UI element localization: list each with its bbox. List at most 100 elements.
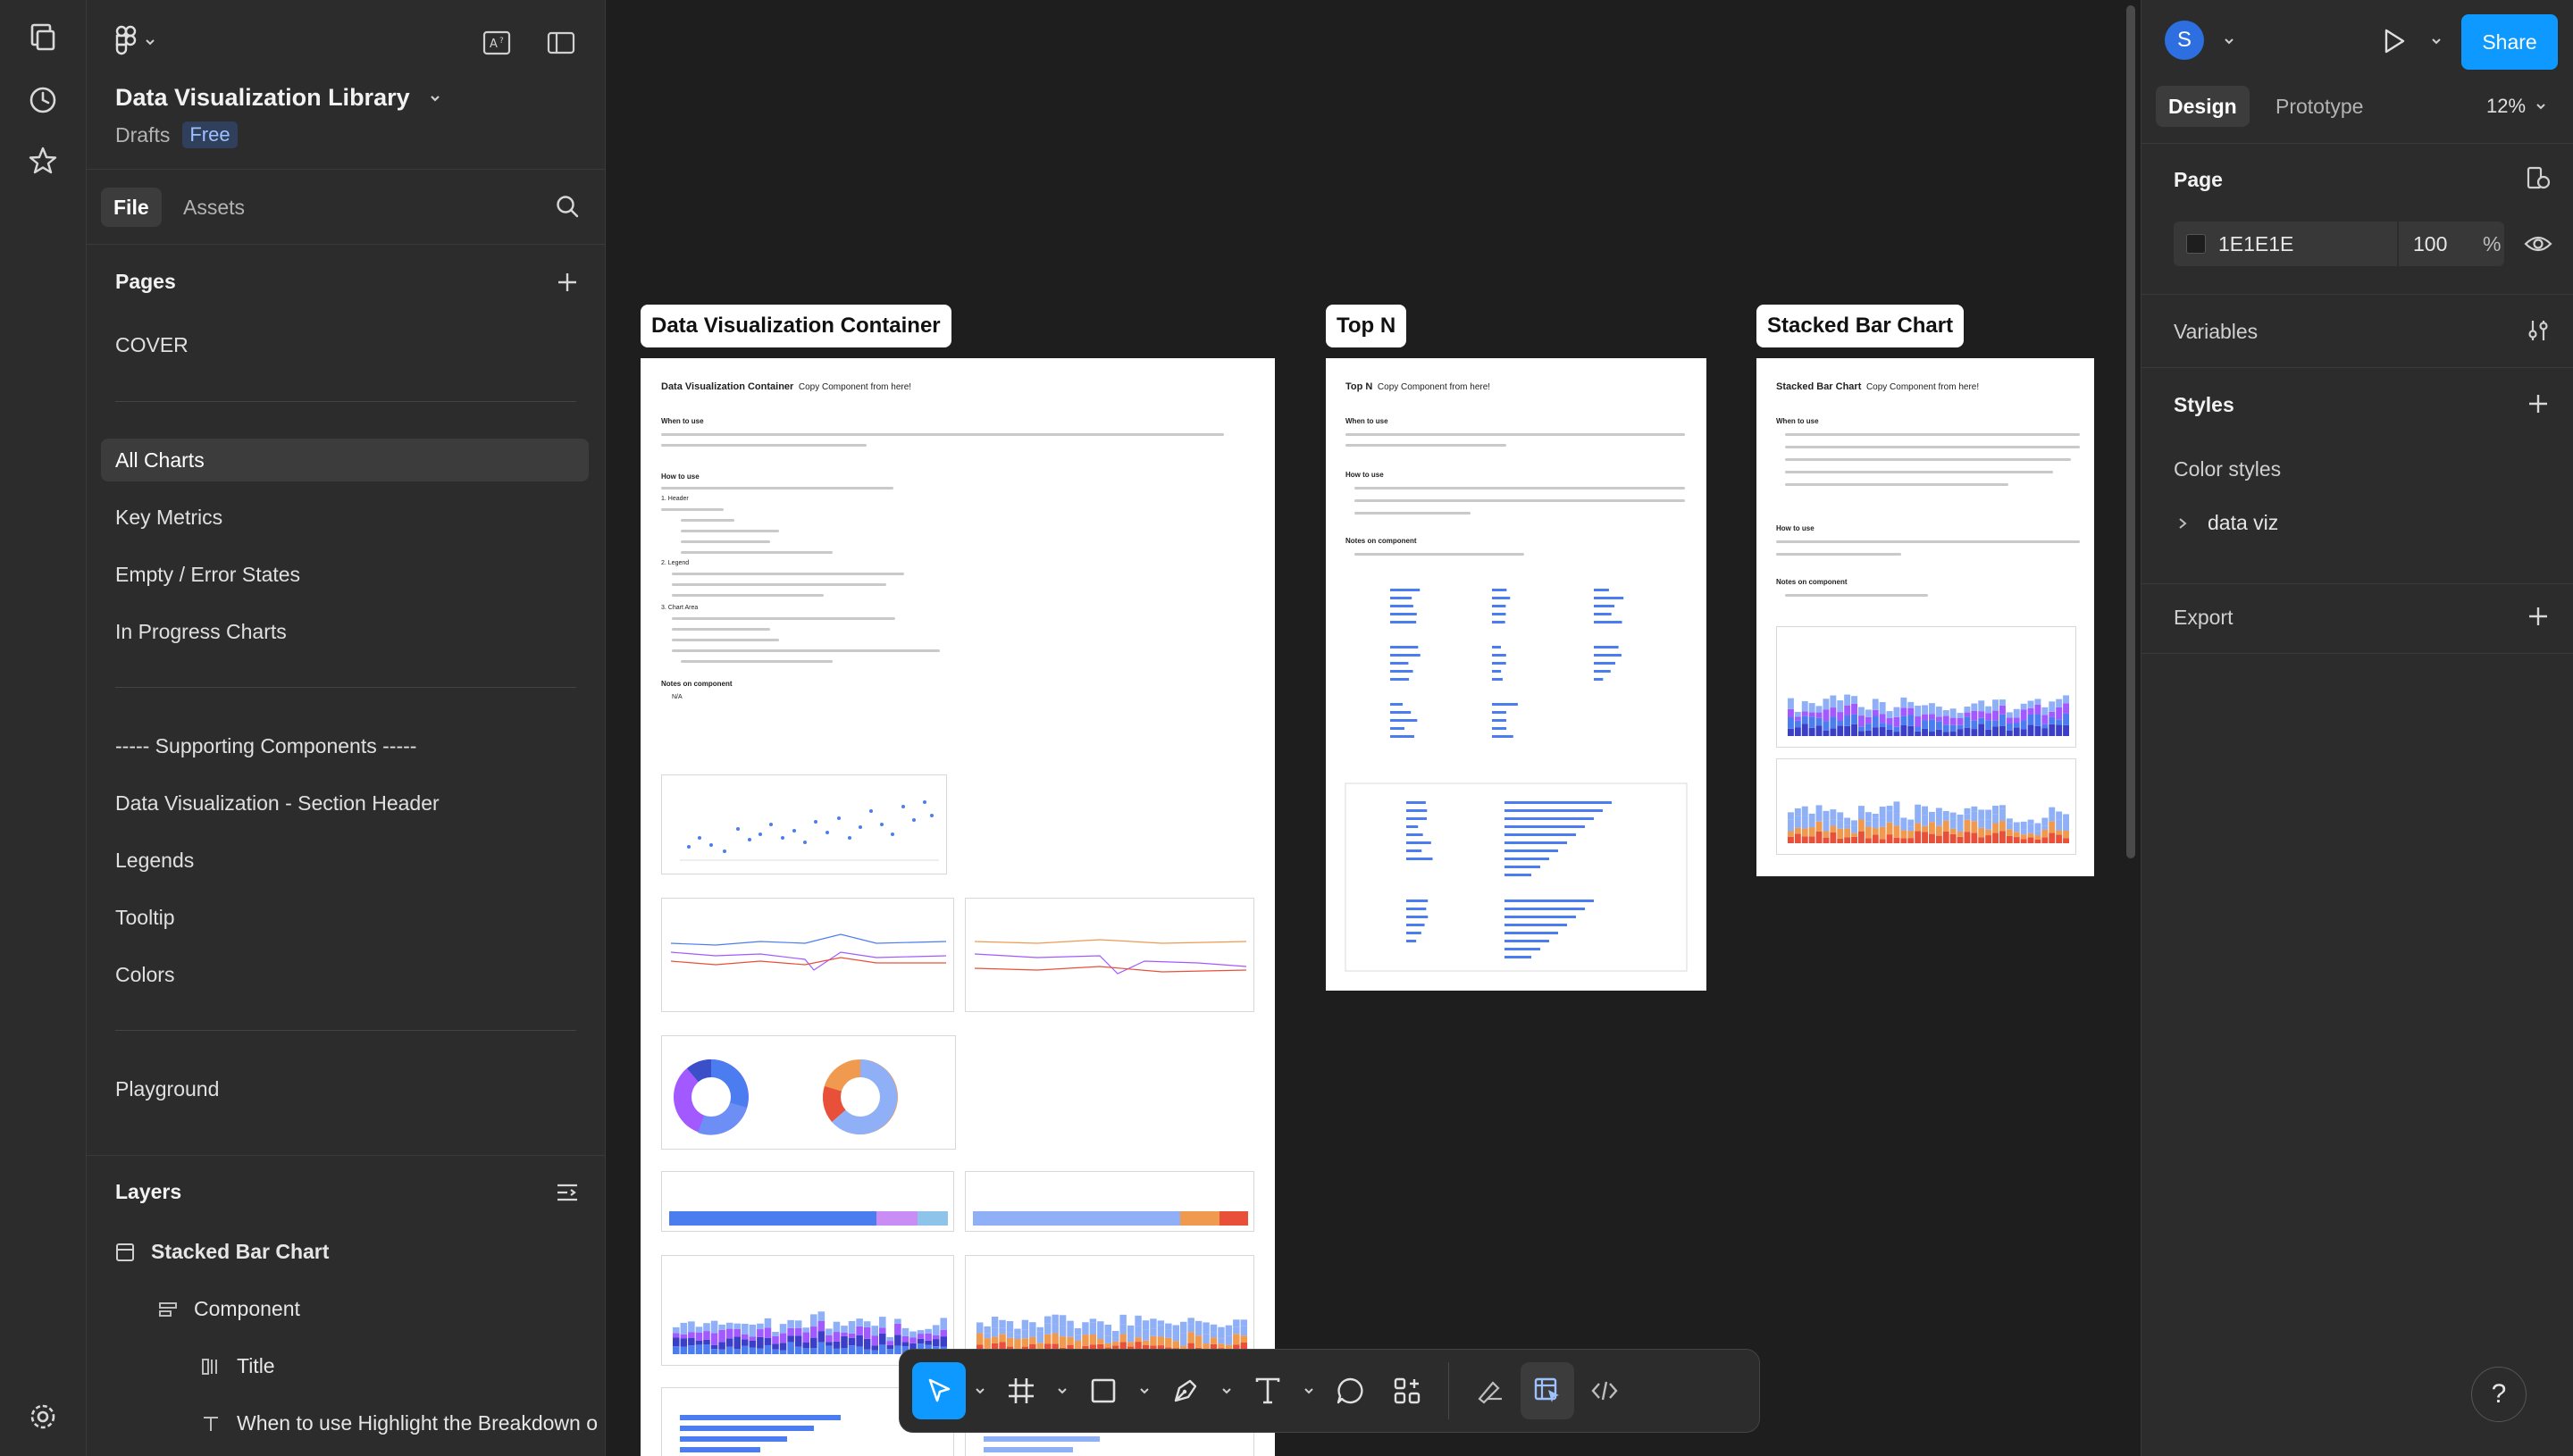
donut-chart-thumbnail[interactable] [661, 1035, 956, 1150]
collapse-layers-icon[interactable] [549, 1175, 585, 1210]
share-button[interactable]: Share [2461, 14, 2558, 70]
page-item-key-metrics[interactable]: Key Metrics [101, 496, 589, 539]
opacity-unit: % [2483, 232, 2502, 255]
stacked-segment [742, 1323, 749, 1335]
frame-label-data-visualization-container[interactable]: Data Visualization Container [641, 305, 951, 347]
page-background-field[interactable]: 1E1E1E 100 % [2174, 222, 2504, 266]
page-item-tooltip[interactable]: Tooltip [101, 896, 589, 939]
page-settings-icon[interactable] [2522, 163, 2554, 195]
stacked-bar-thumbnail[interactable] [965, 1171, 1254, 1232]
search-icon[interactable] [549, 188, 585, 224]
avatar-dropdown[interactable] [2213, 25, 2245, 57]
stacked-bar-thumbnail[interactable] [661, 1171, 954, 1232]
page-item-section-header[interactable]: Data Visualization - Section Header [101, 782, 589, 824]
stacked-segment [2063, 814, 2069, 819]
move-tool-dropdown[interactable] [969, 1362, 991, 1419]
visibility-eye-icon[interactable] [2522, 228, 2554, 260]
stacked-segment [2034, 835, 2041, 840]
color-swatch[interactable] [2186, 234, 2206, 254]
frame-label-stacked-bar-chart[interactable]: Stacked Bar Chart [1756, 305, 1965, 347]
frame-tool-button[interactable] [994, 1362, 1048, 1419]
line-chart-thumbnail[interactable] [965, 898, 1254, 1012]
doc-section: When to use [1345, 417, 1388, 425]
present-dropdown[interactable] [2420, 25, 2452, 57]
frame-top-n[interactable]: Top N Copy Component from here! When to … [1326, 358, 1706, 991]
stacked-segment [932, 1335, 940, 1340]
page-item-cover[interactable]: COVER [101, 323, 589, 366]
color-style-group-data-viz[interactable]: data viz [2177, 511, 2278, 535]
present-button[interactable] [2377, 25, 2410, 57]
page-background-hex[interactable]: 1E1E1E [2218, 232, 2293, 256]
layer-component[interactable]: Component [158, 1297, 300, 1321]
stacked-column-thumbnail[interactable] [1776, 758, 2076, 855]
toggle-sidebar-icon[interactable] [543, 25, 579, 61]
stacked-segment [703, 1344, 710, 1354]
frame-stacked-bar-chart[interactable]: Stacked Bar Chart Copy Component from he… [1756, 358, 2094, 876]
zoom-control[interactable]: 12% [2486, 86, 2547, 127]
shape-tool-dropdown[interactable] [1134, 1362, 1155, 1419]
tab-file[interactable]: File [101, 188, 162, 227]
canvas-scrollbar[interactable] [2126, 5, 2135, 858]
page-opacity[interactable]: 100 [2413, 232, 2447, 256]
move-tool-button[interactable] [912, 1362, 966, 1419]
shape-tool-button[interactable] [1077, 1362, 1130, 1419]
stacked-segment [1808, 703, 1815, 713]
stacked-segment [917, 1334, 925, 1339]
page-item-supporting-components[interactable]: ----- Supporting Components ----- [101, 724, 589, 767]
ai-text-icon[interactable]: A? [479, 25, 515, 61]
drafts-link[interactable]: Drafts [115, 123, 170, 147]
variables-settings-icon[interactable] [2522, 314, 2554, 347]
draw-mode-button[interactable] [1463, 1362, 1517, 1419]
layer-text[interactable]: When to use Highlight the Breakdown o [201, 1411, 598, 1435]
favorites-icon[interactable] [25, 143, 61, 179]
frame-data-visualization-container[interactable]: Data Visualization Container Copy Compon… [641, 358, 1275, 1456]
stacked-segment [1097, 1321, 1104, 1333]
page-item-playground[interactable]: Playground [101, 1067, 589, 1110]
text-tool-button[interactable] [1241, 1362, 1295, 1419]
pen-tool-button[interactable] [1159, 1362, 1212, 1419]
page-item-empty-error-states[interactable]: Empty / Error States [101, 553, 589, 596]
add-style-icon[interactable] [2522, 388, 2554, 420]
page-item-in-progress-charts[interactable]: In Progress Charts [101, 610, 589, 653]
stacked-segment [1808, 817, 1815, 828]
stacked-segment [1036, 1331, 1043, 1343]
resources-tool-button[interactable] [1380, 1362, 1434, 1419]
recents-icon[interactable] [25, 82, 61, 118]
main-menu-button[interactable] [115, 25, 156, 59]
help-button[interactable]: ? [2471, 1367, 2527, 1422]
line-chart-thumbnail[interactable] [661, 898, 954, 1012]
stacked-segment [1978, 724, 1985, 736]
layer-title[interactable]: Title [201, 1354, 275, 1378]
avatar[interactable]: S [2165, 21, 2204, 60]
scatter-chart-thumbnail[interactable] [661, 774, 947, 874]
comment-tool-button[interactable] [1323, 1362, 1377, 1419]
file-title[interactable]: Data Visualization Library [115, 84, 442, 112]
layer-stacked-bar-chart[interactable]: Stacked Bar Chart [115, 1240, 329, 1264]
add-page-icon[interactable] [549, 264, 585, 300]
stacked-segment [886, 1336, 894, 1342]
page-item-colors[interactable]: Colors [101, 953, 589, 996]
stacked-segment [1240, 1319, 1247, 1326]
pen-tool-dropdown[interactable] [1216, 1362, 1237, 1419]
add-export-icon[interactable] [2522, 600, 2554, 632]
frame-tool-dropdown[interactable] [1052, 1362, 1073, 1419]
tab-assets[interactable]: Assets [171, 188, 257, 227]
tab-prototype[interactable]: Prototype [2263, 86, 2376, 127]
frame-label-top-n[interactable]: Top N [1326, 305, 1407, 347]
page-item-legends[interactable]: Legends [101, 839, 589, 882]
top-n-bar [1406, 809, 1428, 812]
settings-icon[interactable] [25, 1399, 61, 1435]
dev-mode-button[interactable] [1578, 1362, 1631, 1419]
stacked-segment [932, 1325, 940, 1335]
stacked-column-thumbnail[interactable] [1776, 626, 2076, 748]
files-icon[interactable] [25, 20, 61, 55]
tab-design[interactable]: Design [2156, 86, 2250, 127]
text-tool-dropdown[interactable] [1298, 1362, 1320, 1419]
stacked-segment [1858, 831, 1865, 843]
design-mode-button[interactable] [1521, 1362, 1574, 1419]
canvas[interactable]: Data Visualization Container Data Visual… [606, 0, 2141, 1456]
page-item-all-charts[interactable]: All Charts [101, 439, 589, 481]
stacked-segment [1157, 1336, 1165, 1346]
stacked-segment [757, 1329, 764, 1337]
stacked-segment [2020, 720, 2027, 730]
